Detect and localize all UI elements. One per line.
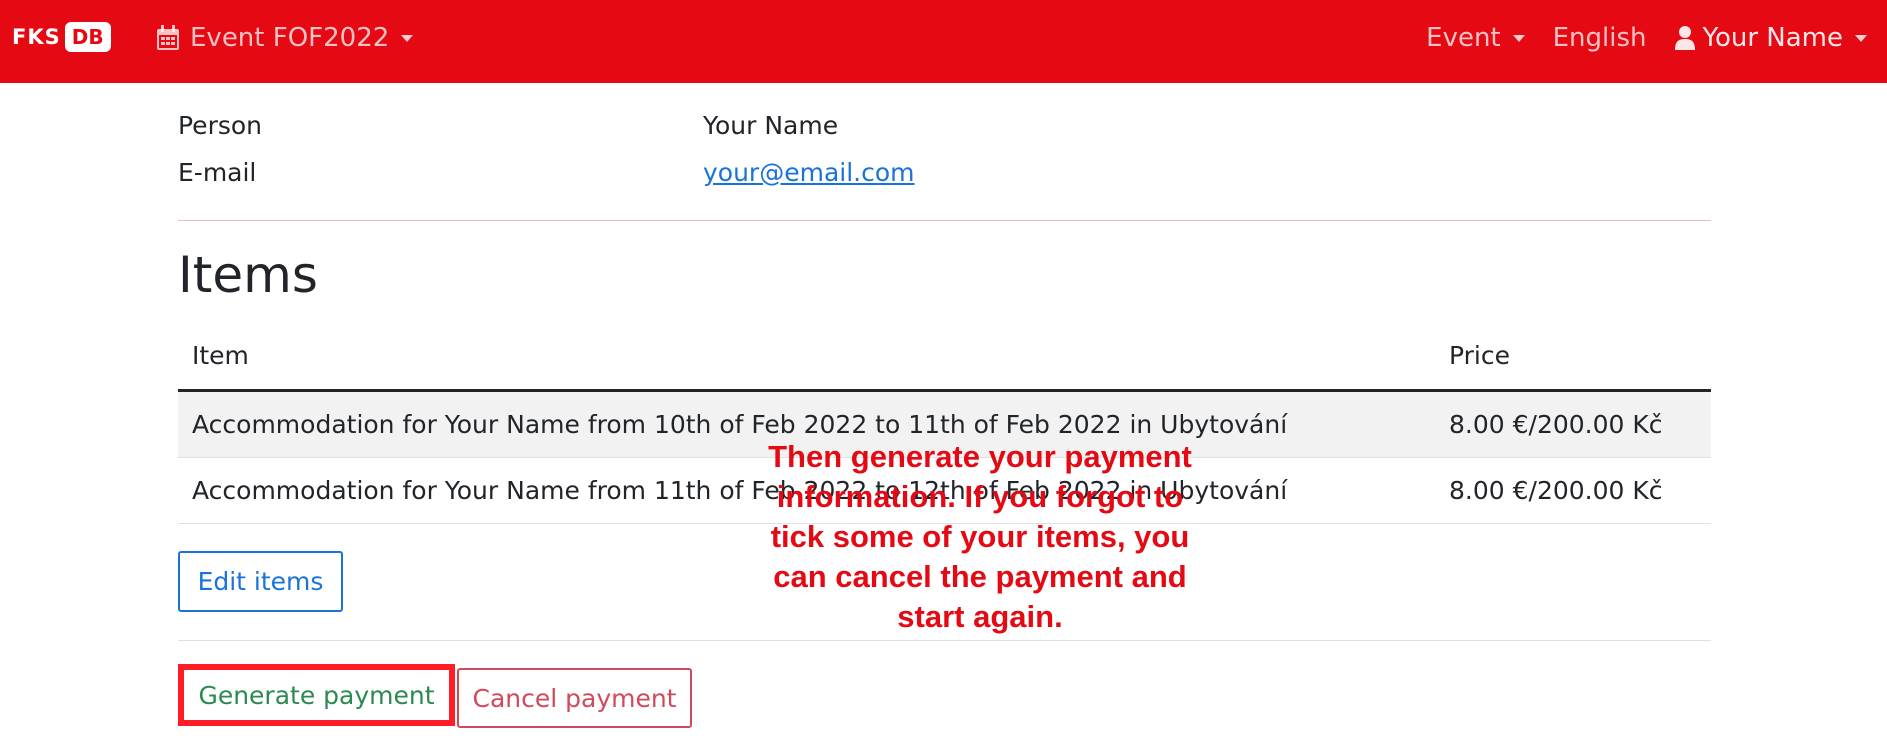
- annotation-line: Then generate your payment: [768, 439, 1192, 474]
- chevron-down-icon: [1855, 34, 1867, 42]
- user-icon: [1674, 26, 1695, 50]
- item-description: Accommodation for Your Name from 10th of…: [192, 410, 1288, 439]
- person-label: Person: [178, 111, 263, 140]
- column-header-price: Price: [1449, 341, 1510, 370]
- brand-fks-text: FKS: [12, 25, 61, 49]
- language-label: English: [1552, 23, 1647, 53]
- annotation-line: information. If you forgot to: [776, 479, 1184, 514]
- email-link[interactable]: your@email.com: [703, 158, 915, 187]
- annotation-line: start again.: [897, 599, 1063, 634]
- user-menu-dropdown[interactable]: Your Name: [1674, 23, 1867, 53]
- annotation-line: tick some of your items, you: [770, 519, 1190, 554]
- person-value: Your Name: [703, 111, 839, 140]
- item-price: 8.00 €/200.00 Kč: [1449, 410, 1663, 439]
- items-table-header: Item Price: [178, 333, 1711, 392]
- brand-db-badge: DB: [64, 22, 111, 52]
- cancel-payment-button[interactable]: Cancel payment: [457, 668, 692, 728]
- calendar-icon: [157, 25, 179, 50]
- top-navbar: FKS DB Event FOF2022 Event English Your …: [0, 0, 1887, 83]
- navbar-right-menu: Event English Your Name: [1398, 20, 1867, 56]
- edit-items-button[interactable]: Edit items: [178, 551, 343, 612]
- items-heading: Items: [178, 246, 318, 304]
- event-selector-dropdown[interactable]: Event FOF2022: [156, 20, 414, 56]
- tutorial-annotation: Then generate your payment information. …: [720, 437, 1240, 637]
- language-link[interactable]: English: [1553, 23, 1647, 53]
- column-header-item: Item: [192, 341, 249, 370]
- chevron-down-icon: [1512, 34, 1525, 42]
- brand-logo[interactable]: FKS DB: [12, 20, 111, 54]
- annotation-line: can cancel the payment and: [773, 559, 1187, 594]
- section-divider: [178, 220, 1711, 221]
- actions-divider: [178, 640, 1711, 641]
- event-menu-dropdown[interactable]: Event: [1426, 23, 1525, 53]
- event-menu-label: Event: [1426, 23, 1501, 53]
- item-price: 8.00 €/200.00 Kč: [1449, 476, 1663, 505]
- user-name-label: Your Name: [1702, 23, 1843, 53]
- generate-payment-button[interactable]: Generate payment: [178, 664, 455, 726]
- email-label: E-mail: [178, 158, 257, 187]
- chevron-down-icon: [401, 34, 414, 42]
- event-selector-label: Event FOF2022: [190, 23, 390, 53]
